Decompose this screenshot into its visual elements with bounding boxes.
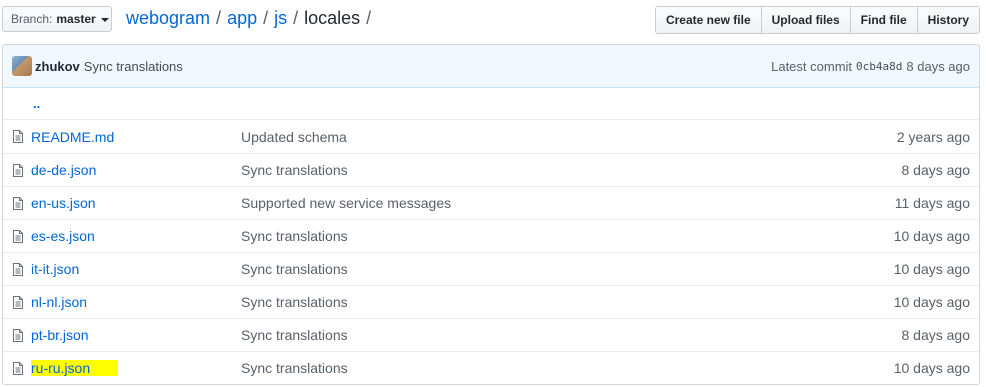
branch-select-button[interactable]: Branch: master <box>2 6 112 32</box>
file-icon <box>13 196 23 210</box>
commit-message-link[interactable]: Sync translations <box>241 294 894 310</box>
commit-age: 10 days ago <box>893 228 970 244</box>
file-name-cell: pt-br.json <box>3 327 241 343</box>
commit-age: 2 years ago <box>896 128 970 145</box>
parent-directory-link[interactable]: .. <box>33 96 40 111</box>
latest-commit-bar: zhukov Sync translations Latest commit 0… <box>3 45 979 88</box>
commit-message-link[interactable]: Sync translations <box>241 327 902 343</box>
table-row: de-de.json Sync translations 8 days ago <box>3 153 979 186</box>
file-icon <box>13 361 23 375</box>
commit-age: 10 days ago <box>893 261 970 277</box>
upload-files-button[interactable]: Upload files <box>760 6 851 34</box>
table-row: nl-nl.json Sync translations 10 days ago <box>3 285 979 318</box>
table-row: it-it.json Sync translations 10 days ago <box>3 252 979 285</box>
commit-meta: Latest commit 0cb4a8d 8 days ago <box>771 59 970 74</box>
file-icon <box>13 163 23 177</box>
file-table: zhukov Sync translations Latest commit 0… <box>2 44 980 385</box>
breadcrumb-repo-link[interactable]: webogram <box>126 8 210 29</box>
breadcrumb-separator: / <box>366 8 372 28</box>
find-file-button[interactable]: Find file <box>849 6 918 34</box>
commit-message-link[interactable]: Sync translations <box>241 228 894 244</box>
latest-commit-label: Latest commit <box>771 58 853 74</box>
table-row: ru-ru.json Sync translations 10 days ago <box>3 351 979 384</box>
file-icon <box>13 262 23 276</box>
file-name-cell: es-es.json <box>3 228 241 244</box>
commit-age: 8 days ago <box>901 162 971 178</box>
file-icon <box>13 295 23 309</box>
breadcrumb-separator: / <box>216 8 222 28</box>
file-name-cell: en-us.json <box>3 195 241 211</box>
table-row: pt-br.json Sync translations 8 days ago <box>3 318 979 351</box>
chevron-down-icon <box>100 17 109 22</box>
commit-age: 8 days ago <box>906 58 970 74</box>
commit-message-link[interactable]: Sync translations <box>84 59 183 74</box>
commit-message-link[interactable]: Supported new service messages <box>241 195 895 211</box>
commit-age: 10 days ago <box>893 360 970 376</box>
commit-message-link[interactable]: Updated schema <box>241 129 897 145</box>
file-name-cell: nl-nl.json <box>3 294 241 310</box>
file-name-link[interactable]: de-de.json <box>31 162 241 178</box>
history-button[interactable]: History <box>916 6 980 34</box>
branch-name: master <box>56 12 96 26</box>
commit-message-link[interactable]: Sync translations <box>241 162 902 178</box>
breadcrumb-app-link[interactable]: app <box>227 8 257 29</box>
breadcrumb: webogram / app / js / locales / <box>126 8 377 29</box>
commit-message-link[interactable]: Sync translations <box>241 360 894 376</box>
file-name-cell: it-it.json <box>3 261 241 277</box>
file-icon <box>13 229 23 243</box>
commit-message-link[interactable]: Sync translations <box>241 261 894 277</box>
file-name-link[interactable]: nl-nl.json <box>31 294 241 310</box>
file-name-cell: README.md <box>3 129 241 145</box>
commit-age: 10 days ago <box>893 294 970 310</box>
repo-header: Branch: master webogram / app / js / loc… <box>0 0 986 40</box>
table-row: README.md Updated schema 2 years ago <box>3 120 979 153</box>
file-icon <box>13 328 23 342</box>
file-name-link[interactable]: pt-br.json <box>31 327 241 343</box>
commit-age: 11 days ago <box>894 195 970 211</box>
table-row: en-us.json Supported new service messages… <box>3 186 979 219</box>
breadcrumb-js-link[interactable]: js <box>274 8 287 29</box>
file-icon <box>13 130 23 143</box>
file-name-link[interactable]: en-us.json <box>31 195 241 211</box>
table-row: es-es.json Sync translations 10 days ago <box>3 219 979 252</box>
create-new-file-button[interactable]: Create new file <box>654 6 762 34</box>
file-name-link[interactable]: ru-ru.json <box>31 360 119 376</box>
parent-directory-row: .. <box>3 88 979 120</box>
file-name-link[interactable]: es-es.json <box>31 228 241 244</box>
file-list: README.md Updated schema 2 years ago de-de.… <box>3 120 979 384</box>
breadcrumb-current: locales <box>304 8 361 28</box>
file-name-link[interactable]: it-it.json <box>31 261 241 277</box>
commit-sha-link[interactable]: 0cb4a8d <box>856 60 902 73</box>
file-name-cell: de-de.json <box>3 162 241 178</box>
commit-author-link[interactable]: zhukov <box>35 59 80 74</box>
breadcrumb-separator: / <box>293 8 299 28</box>
file-name-link[interactable]: README.md <box>31 129 241 145</box>
commit-age: 8 days ago <box>901 327 971 343</box>
avatar[interactable] <box>12 56 32 76</box>
file-actions: Create new file Upload files Find file H… <box>654 6 980 34</box>
file-name-cell: ru-ru.json <box>3 360 241 376</box>
breadcrumb-separator: / <box>263 8 269 28</box>
branch-prefix: Branch: <box>11 12 53 26</box>
